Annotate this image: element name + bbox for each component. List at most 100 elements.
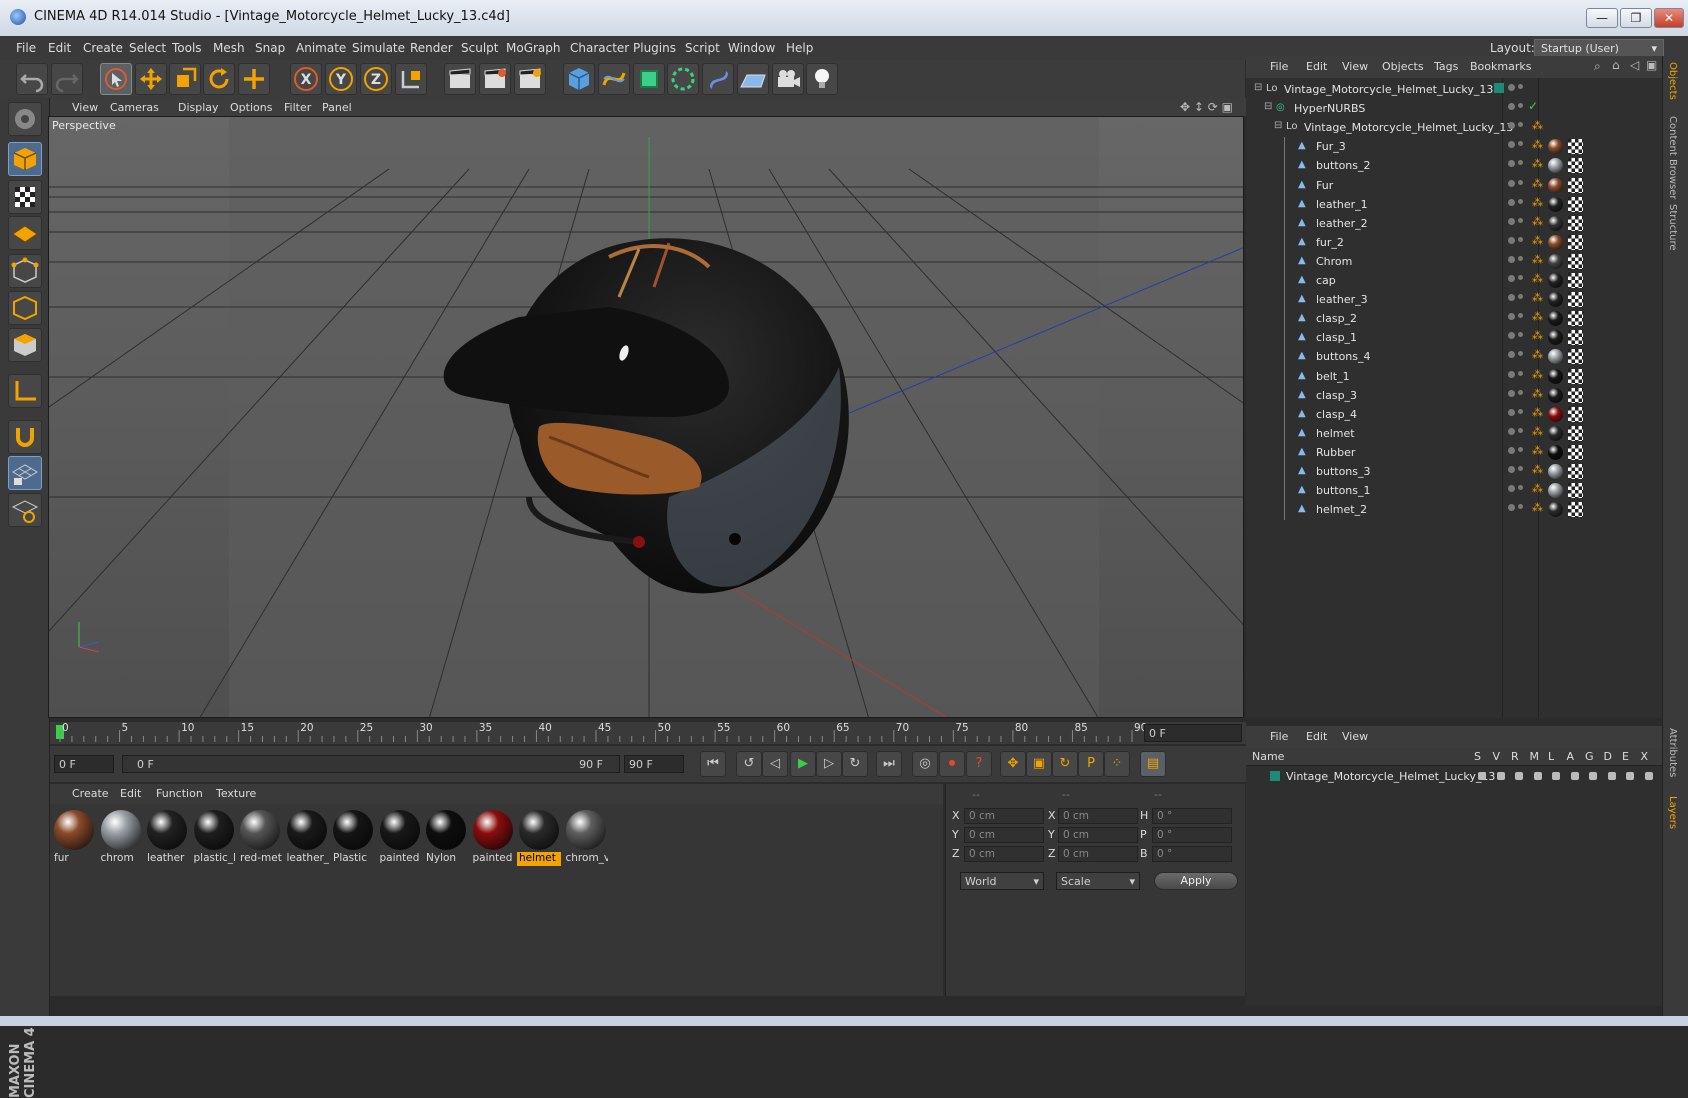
- uvw-tag-icon[interactable]: [1568, 406, 1583, 422]
- phong-tag-icon[interactable]: ⁂: [1532, 348, 1543, 361]
- object-menu-objects[interactable]: Objects: [1382, 60, 1424, 73]
- phong-tag-icon[interactable]: ⁂: [1532, 119, 1543, 132]
- viewport-menu-view[interactable]: View: [72, 101, 98, 114]
- key-pla-button[interactable]: ⁘: [1104, 751, 1130, 777]
- render-visibility-dot[interactable]: [1518, 370, 1523, 376]
- object-row[interactable]: ▲ fur_2 ⁂: [1246, 232, 1662, 253]
- object-row[interactable]: ▲ Chrom ⁂: [1246, 251, 1662, 272]
- uvw-tag-icon[interactable]: [1568, 158, 1583, 174]
- layer-color-swatch[interactable]: [1270, 771, 1280, 781]
- object-row[interactable]: ▲ Rubber ⁂: [1246, 442, 1662, 463]
- object-row[interactable]: ▲ helmet ⁂: [1246, 423, 1662, 444]
- phong-tag-icon[interactable]: ⁂: [1532, 482, 1543, 495]
- material-tag-icon[interactable]: [1548, 502, 1563, 518]
- layer-toggle-icon[interactable]: [1478, 772, 1486, 780]
- uvw-tag-icon[interactable]: [1568, 330, 1583, 346]
- material-tag-icon[interactable]: [1548, 139, 1563, 155]
- viewport-menu-filter[interactable]: Filter: [284, 101, 311, 114]
- uvw-tag-icon[interactable]: [1568, 273, 1583, 288]
- size-field[interactable]: 0 cm: [1058, 846, 1138, 862]
- key-rotation-button[interactable]: ↻: [1052, 751, 1078, 777]
- editor-visibility-dot[interactable]: [1508, 485, 1515, 493]
- material-tag-icon[interactable]: [1548, 425, 1563, 441]
- make-editable-button[interactable]: [8, 102, 42, 136]
- editor-visibility-dot[interactable]: [1508, 446, 1515, 454]
- move-tool-button[interactable]: [135, 63, 167, 95]
- material-tag-icon[interactable]: [1548, 234, 1563, 250]
- key-parameter-button[interactable]: P: [1078, 751, 1104, 777]
- layer-column-d[interactable]: D: [1604, 750, 1612, 763]
- menu-simulate[interactable]: Simulate: [352, 41, 405, 55]
- phong-tag-icon[interactable]: ⁂: [1532, 406, 1543, 419]
- render-visibility-dot[interactable]: [1518, 351, 1523, 357]
- menu-character[interactable]: Character: [570, 41, 629, 55]
- object-row[interactable]: ▲ buttons_2 ⁂: [1246, 156, 1662, 177]
- material-tag-icon[interactable]: [1548, 406, 1563, 422]
- add-nurbs-button[interactable]: [633, 63, 665, 95]
- object-row[interactable]: ▲ buttons_4 ⁂: [1246, 347, 1662, 368]
- object-row[interactable]: ▲ cap ⁂: [1246, 271, 1662, 291]
- go-to-start-button[interactable]: ⏮: [700, 751, 726, 777]
- uvw-tag-icon[interactable]: [1568, 464, 1583, 479]
- material-tag-icon[interactable]: [1548, 177, 1563, 193]
- locked-workplane-button[interactable]: [8, 456, 42, 490]
- uvw-tag-icon[interactable]: [1568, 444, 1583, 460]
- editor-visibility-dot[interactable]: [1508, 122, 1515, 130]
- object-row[interactable]: ▲ Fur_3 ⁂: [1246, 137, 1662, 158]
- edges-mode-button[interactable]: [8, 291, 42, 325]
- phong-tag-icon[interactable]: ⁂: [1532, 177, 1543, 190]
- viewport-menu-display[interactable]: Display: [178, 101, 219, 114]
- editor-visibility-dot[interactable]: [1508, 179, 1515, 187]
- uvw-tag-icon[interactable]: [1568, 387, 1583, 403]
- go-to-end-button[interactable]: ⏭: [876, 751, 902, 777]
- layer-column-x[interactable]: X: [1641, 750, 1649, 763]
- add-deformer-button[interactable]: [702, 63, 734, 95]
- render-visibility-dot[interactable]: [1518, 446, 1523, 452]
- material-tag-icon[interactable]: [1548, 253, 1563, 269]
- material-tag-icon[interactable]: [1548, 483, 1563, 499]
- collapse-toggle-icon[interactable]: ⊟: [1254, 82, 1262, 93]
- tab-layers[interactable]: Layers: [1667, 796, 1678, 829]
- uvw-tag-icon[interactable]: [1568, 196, 1583, 212]
- editor-visibility-dot[interactable]: [1508, 466, 1515, 473]
- coordinate-mode-select[interactable]: World ▾: [960, 872, 1044, 890]
- key-position-button[interactable]: ✥: [1000, 751, 1026, 777]
- viewport-menu-panel[interactable]: Panel: [322, 101, 352, 114]
- editor-visibility-dot[interactable]: [1508, 294, 1515, 302]
- menu-render[interactable]: Render: [410, 41, 453, 55]
- add-floor-button[interactable]: [737, 63, 769, 95]
- render-visibility-dot[interactable]: [1518, 294, 1523, 300]
- object-row[interactable]: ▲ buttons_3 ⁂: [1246, 462, 1662, 482]
- render-visibility-dot[interactable]: [1518, 160, 1523, 166]
- new-view-icon[interactable]: ▣: [1646, 58, 1657, 72]
- object-row[interactable]: ▲ Fur ⁂: [1246, 175, 1662, 196]
- phong-tag-icon[interactable]: ⁂: [1532, 368, 1543, 381]
- menu-window[interactable]: Window: [728, 41, 775, 55]
- object-row[interactable]: ▲ helmet_2 ⁂: [1246, 500, 1662, 521]
- next-key-button[interactable]: ↻: [842, 751, 868, 777]
- perspective-viewport[interactable]: Perspective: [48, 116, 1244, 718]
- points-mode-button[interactable]: [8, 254, 42, 288]
- editor-visibility-dot[interactable]: [1508, 275, 1515, 282]
- material-tag-icon[interactable]: [1548, 349, 1563, 365]
- object-menu-file[interactable]: File: [1270, 60, 1288, 73]
- render-visibility-dot[interactable]: [1518, 122, 1523, 128]
- phong-tag-icon[interactable]: ⁂: [1532, 291, 1543, 304]
- tab-content-browser[interactable]: Content Browser: [1667, 116, 1678, 199]
- object-menu-edit[interactable]: Edit: [1306, 60, 1327, 73]
- add-cube-button[interactable]: [563, 63, 595, 95]
- recent-tool-button[interactable]: [238, 63, 270, 95]
- render-visibility-dot[interactable]: [1518, 332, 1523, 338]
- add-array-button[interactable]: [667, 63, 699, 95]
- uvw-tag-icon[interactable]: [1568, 139, 1583, 155]
- material-tag-icon[interactable]: [1548, 464, 1563, 479]
- editor-visibility-dot[interactable]: [1508, 255, 1515, 263]
- menu-snap[interactable]: Snap: [255, 41, 285, 55]
- start-frame-field[interactable]: 0 F: [54, 755, 114, 773]
- editor-visibility-dot[interactable]: [1508, 370, 1515, 378]
- material-tag-icon[interactable]: [1548, 158, 1563, 174]
- rotation-field[interactable]: 0 °: [1152, 846, 1232, 862]
- checkmark-icon[interactable]: ✓: [1528, 99, 1538, 113]
- menu-animate[interactable]: Animate: [296, 41, 346, 55]
- undo-button[interactable]: [16, 63, 48, 95]
